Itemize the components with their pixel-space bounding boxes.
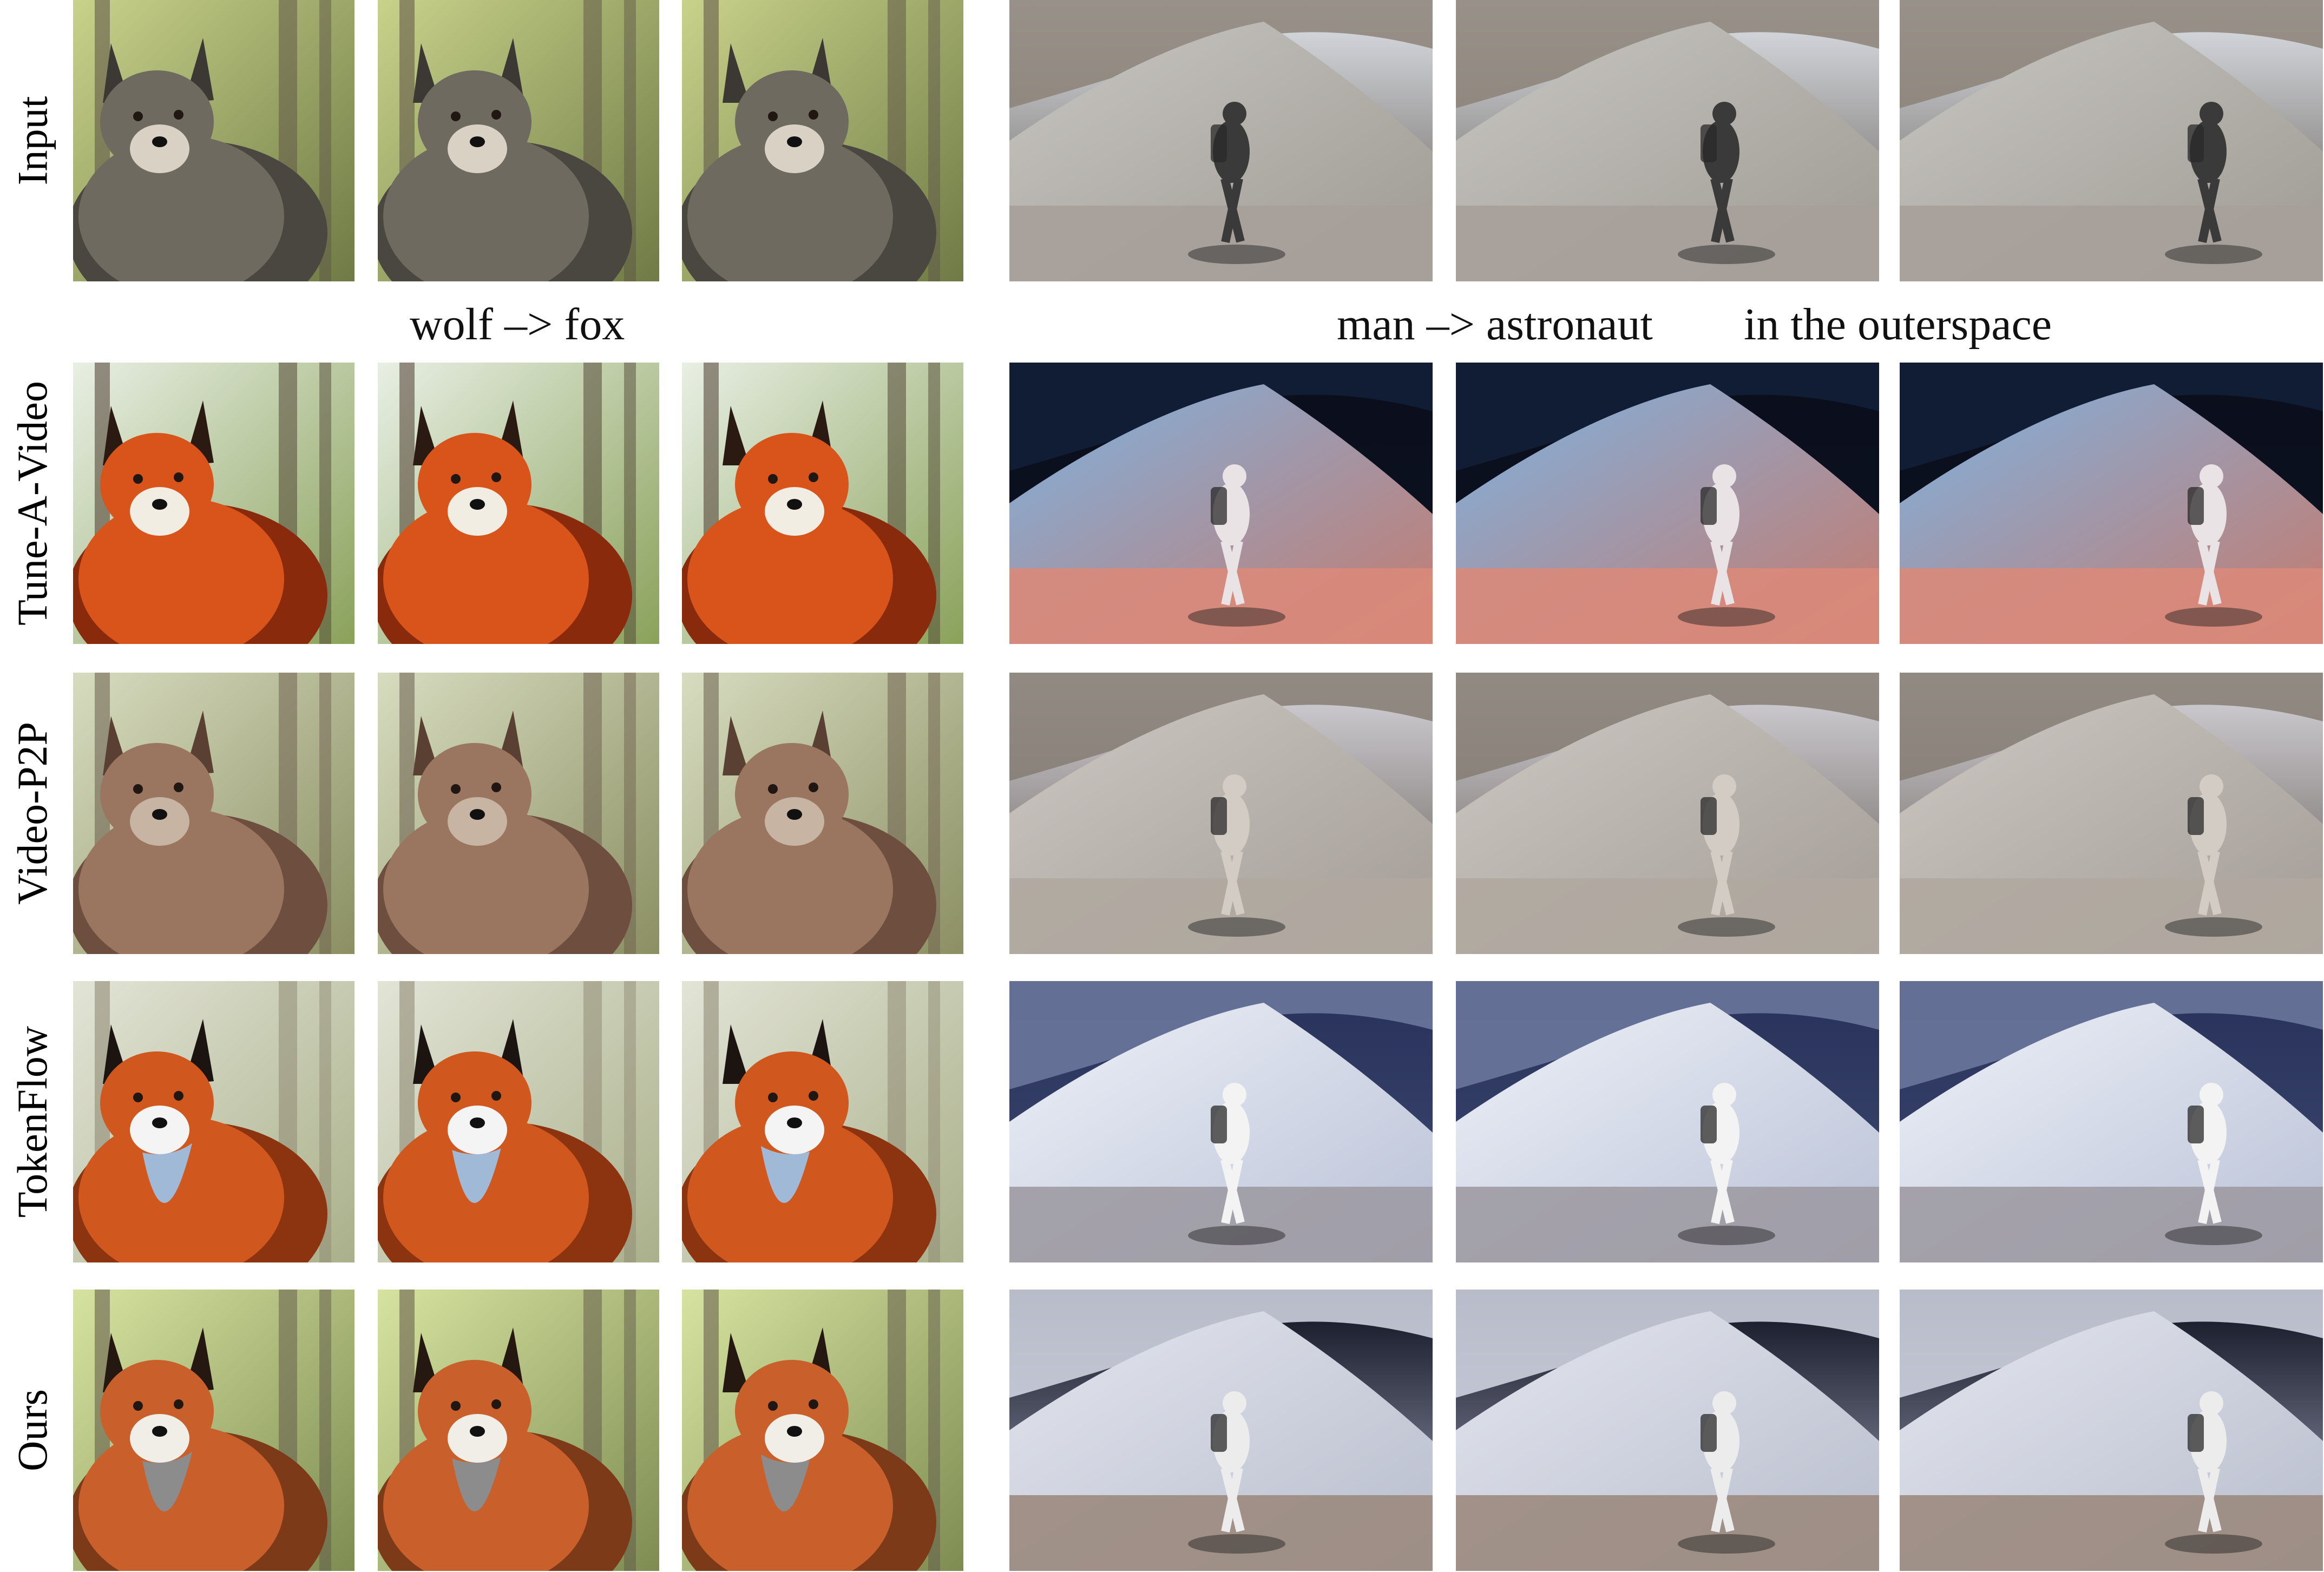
ours-scene-frame-3 [1900,1290,2323,1571]
caption-wolf-to-fox: wolf –> fox [410,299,625,350]
tune-a-video-fox-frame-1 [73,363,354,644]
ours-scene-frame-1 [1009,1290,1433,1571]
ours-fox-frame-1 [73,1290,354,1571]
video-p2p-fox-frame-1 [73,673,354,954]
tokenflow-fox-frame-2 [378,981,659,1262]
ours-fox-frame-3 [682,1290,963,1571]
tokenflow-scene-frame-2 [1456,981,1879,1262]
video-p2p-scene-frame-3 [1900,673,2323,954]
ours-scene-frame-2 [1456,1290,1879,1571]
row-label-tokenflow: TokenFlow [9,1025,56,1218]
input-scene-frame-1 [1009,0,1433,281]
tune-a-video-scene-frame-2 [1456,363,1879,644]
caption-man-to-astronaut: man –> astronaut [1337,299,1653,350]
input-fox-frame-1 [73,0,354,281]
input-fox-frame-3 [682,0,963,281]
video-p2p-scene-frame-1 [1009,673,1433,954]
tokenflow-scene-frame-1 [1009,981,1433,1262]
input-scene-frame-2 [1456,0,1879,281]
tune-a-video-scene-frame-3 [1900,363,2323,644]
caption-in-the-outerspace: in the outerspace [1744,299,2052,350]
row-label-video-p2p: Video-P2P [9,722,56,905]
tune-a-video-scene-frame-1 [1009,363,1433,644]
tokenflow-scene-frame-3 [1900,981,2323,1262]
tokenflow-fox-frame-1 [73,981,354,1262]
video-p2p-fox-frame-2 [378,673,659,954]
comparison-figure: Input Tune-A-Video Video-P2P TokenFlow O… [0,0,2324,1572]
row-label-input: Input [9,96,56,186]
row-label-tune-a-video: Tune-A-Video [9,381,56,626]
tokenflow-fox-frame-3 [682,981,963,1262]
ours-fox-frame-2 [378,1290,659,1571]
input-scene-frame-3 [1900,0,2323,281]
tune-a-video-fox-frame-3 [682,363,963,644]
row-label-ours: Ours [9,1389,56,1471]
tune-a-video-fox-frame-2 [378,363,659,644]
input-fox-frame-2 [378,0,659,281]
video-p2p-scene-frame-2 [1456,673,1879,954]
video-p2p-fox-frame-3 [682,673,963,954]
